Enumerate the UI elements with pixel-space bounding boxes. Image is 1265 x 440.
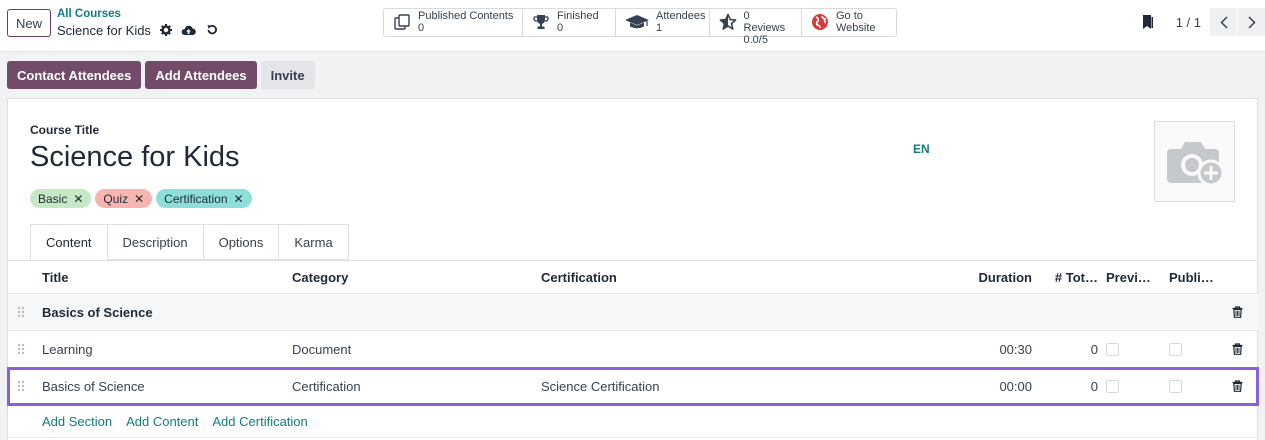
column-header-title[interactable]: Title	[42, 261, 282, 293]
column-header-category[interactable]: Category	[292, 261, 532, 293]
header-actions: Contact Attendees Add Attendees Invite	[7, 61, 315, 89]
cell-duration: 00:00	[999, 378, 1032, 394]
course-title-input[interactable]: Science for Kids	[30, 141, 240, 174]
breadcrumb: All Courses Science for Kids	[57, 8, 220, 38]
cell-total: 0	[1090, 341, 1098, 357]
camera-add-icon	[1166, 141, 1224, 186]
section-row[interactable]: Basics of Science	[8, 294, 1258, 331]
gear-icon[interactable]	[158, 22, 174, 38]
control-panel: New All Courses Science for Kids Publish…	[0, 0, 1265, 52]
tag-label: Quiz	[103, 191, 129, 206]
tab-karma[interactable]: Karma	[279, 224, 349, 260]
cell-category: Certification	[292, 378, 361, 394]
smart-value: 0.0/5	[743, 34, 768, 46]
tab-description[interactable]: Description	[107, 224, 204, 260]
add-attendees-button[interactable]: Add Attendees	[145, 61, 257, 89]
table-header: Title Category Certification Duration # …	[8, 261, 1258, 294]
preview-checkbox[interactable]	[1106, 331, 1161, 367]
form-sheet: Course Title Science for Kids EN Basic ✕ …	[7, 98, 1259, 440]
chevron-right-icon	[1247, 15, 1256, 29]
tag-certification: Certification ✕	[156, 189, 252, 208]
cell-title: Learning	[42, 341, 93, 357]
remove-tag-icon[interactable]: ✕	[234, 192, 244, 206]
content-list: Title Category Certification Duration # …	[7, 260, 1259, 438]
tags-field[interactable]: Basic ✕ Quiz ✕ Certification ✕	[30, 189, 252, 208]
smart-button-attendees[interactable]: Attendees 1	[616, 9, 710, 36]
smart-label: Finished	[557, 10, 599, 22]
course-image-field[interactable]	[1154, 121, 1235, 202]
smart-button-go-to-website[interactable]: Go to Website	[802, 9, 896, 36]
breadcrumb-all-courses[interactable]: All Courses	[57, 8, 220, 21]
copy-icon	[392, 12, 412, 32]
contact-attendees-button[interactable]: Contact Attendees	[7, 61, 142, 89]
drag-handle-icon[interactable]	[17, 331, 29, 367]
add-section-link[interactable]: Add Section	[42, 414, 112, 429]
star-icon	[718, 12, 738, 32]
pager: 1 / 1	[1176, 8, 1265, 36]
language-button[interactable]: EN	[913, 142, 930, 156]
smart-value: 0	[418, 22, 425, 34]
bookmark-icon[interactable]	[1142, 14, 1154, 33]
tag-basic: Basic ✕	[30, 189, 92, 208]
cell-title: Basics of Science	[42, 378, 145, 394]
pager-next-button[interactable]	[1237, 8, 1265, 36]
chevron-left-icon	[1219, 15, 1228, 29]
cell-certification	[541, 331, 941, 367]
remove-tag-icon[interactable]: ✕	[73, 192, 83, 206]
published-checkbox[interactable]	[1169, 368, 1224, 404]
section-title: Basics of Science	[42, 304, 153, 320]
new-button[interactable]: New	[7, 9, 51, 37]
smart-button-published-contents[interactable]: Published Contents 0	[384, 9, 523, 36]
cell-total: 0	[1090, 378, 1098, 394]
breadcrumb-current: Science for Kids	[57, 22, 151, 38]
tab-options[interactable]: Options	[203, 224, 280, 260]
smart-button-finished[interactable]: Finished 0	[523, 9, 616, 36]
remove-tag-icon[interactable]: ✕	[134, 192, 144, 206]
trash-icon[interactable]	[1230, 294, 1244, 330]
cloud-upload-icon[interactable]	[181, 22, 197, 38]
trash-icon[interactable]	[1230, 331, 1244, 367]
cell-category: Document	[292, 341, 352, 357]
smart-label: 0 Reviews	[743, 10, 786, 34]
globe-icon	[810, 12, 830, 32]
published-checkbox[interactable]	[1169, 331, 1224, 367]
cell-certification: Science Certification	[541, 378, 660, 394]
add-certification-link[interactable]: Add Certification	[212, 414, 307, 429]
table-row[interactable]: Learning Document 00:30 0	[8, 331, 1258, 368]
column-header-preview[interactable]: Previ…	[1106, 261, 1161, 293]
drag-handle-icon[interactable]	[17, 368, 29, 404]
pager-previous-button[interactable]	[1209, 8, 1237, 36]
tag-label: Basic	[38, 191, 68, 206]
cell-duration: 00:30	[999, 341, 1032, 357]
notebook-tabs: Content Description Options Karma	[30, 224, 349, 260]
smart-value: 0	[557, 22, 564, 34]
trophy-icon	[531, 12, 551, 32]
add-line-row: Add Section Add Content Add Certificatio…	[8, 405, 1258, 438]
smart-buttons: Published Contents 0 Finished 0 Attendees 1…	[383, 8, 897, 46]
column-header-duration[interactable]: Duration	[948, 261, 1032, 293]
table-row-selected[interactable]: Basics of Science Certification Science …	[7, 367, 1259, 406]
smart-value: 1	[656, 22, 663, 34]
tag-label: Certification	[164, 191, 228, 206]
preview-checkbox[interactable]	[1106, 368, 1161, 404]
tag-quiz: Quiz ✕	[95, 189, 153, 208]
graduation-cap-icon	[624, 12, 650, 32]
trash-icon[interactable]	[1230, 368, 1244, 404]
column-header-published[interactable]: Publi…	[1169, 261, 1224, 293]
smart-label: Go to	[836, 10, 863, 22]
smart-label: Attendees	[656, 10, 706, 22]
add-content-link[interactable]: Add Content	[126, 414, 198, 429]
tab-content[interactable]: Content	[30, 224, 108, 260]
invite-button[interactable]: Invite	[260, 61, 315, 89]
smart-button-reviews[interactable]: 0 Reviews 0.0/5	[710, 9, 802, 46]
drag-handle-icon[interactable]	[17, 294, 29, 330]
course-title-label: Course Title	[30, 123, 100, 137]
column-header-total[interactable]: # Tot…	[1048, 261, 1098, 293]
smart-label: Published Contents	[418, 10, 514, 22]
pager-value[interactable]: 1 / 1	[1176, 15, 1201, 30]
discard-icon[interactable]	[204, 22, 220, 38]
column-header-certification[interactable]: Certification	[541, 261, 941, 293]
smart-value: Website	[836, 22, 876, 34]
